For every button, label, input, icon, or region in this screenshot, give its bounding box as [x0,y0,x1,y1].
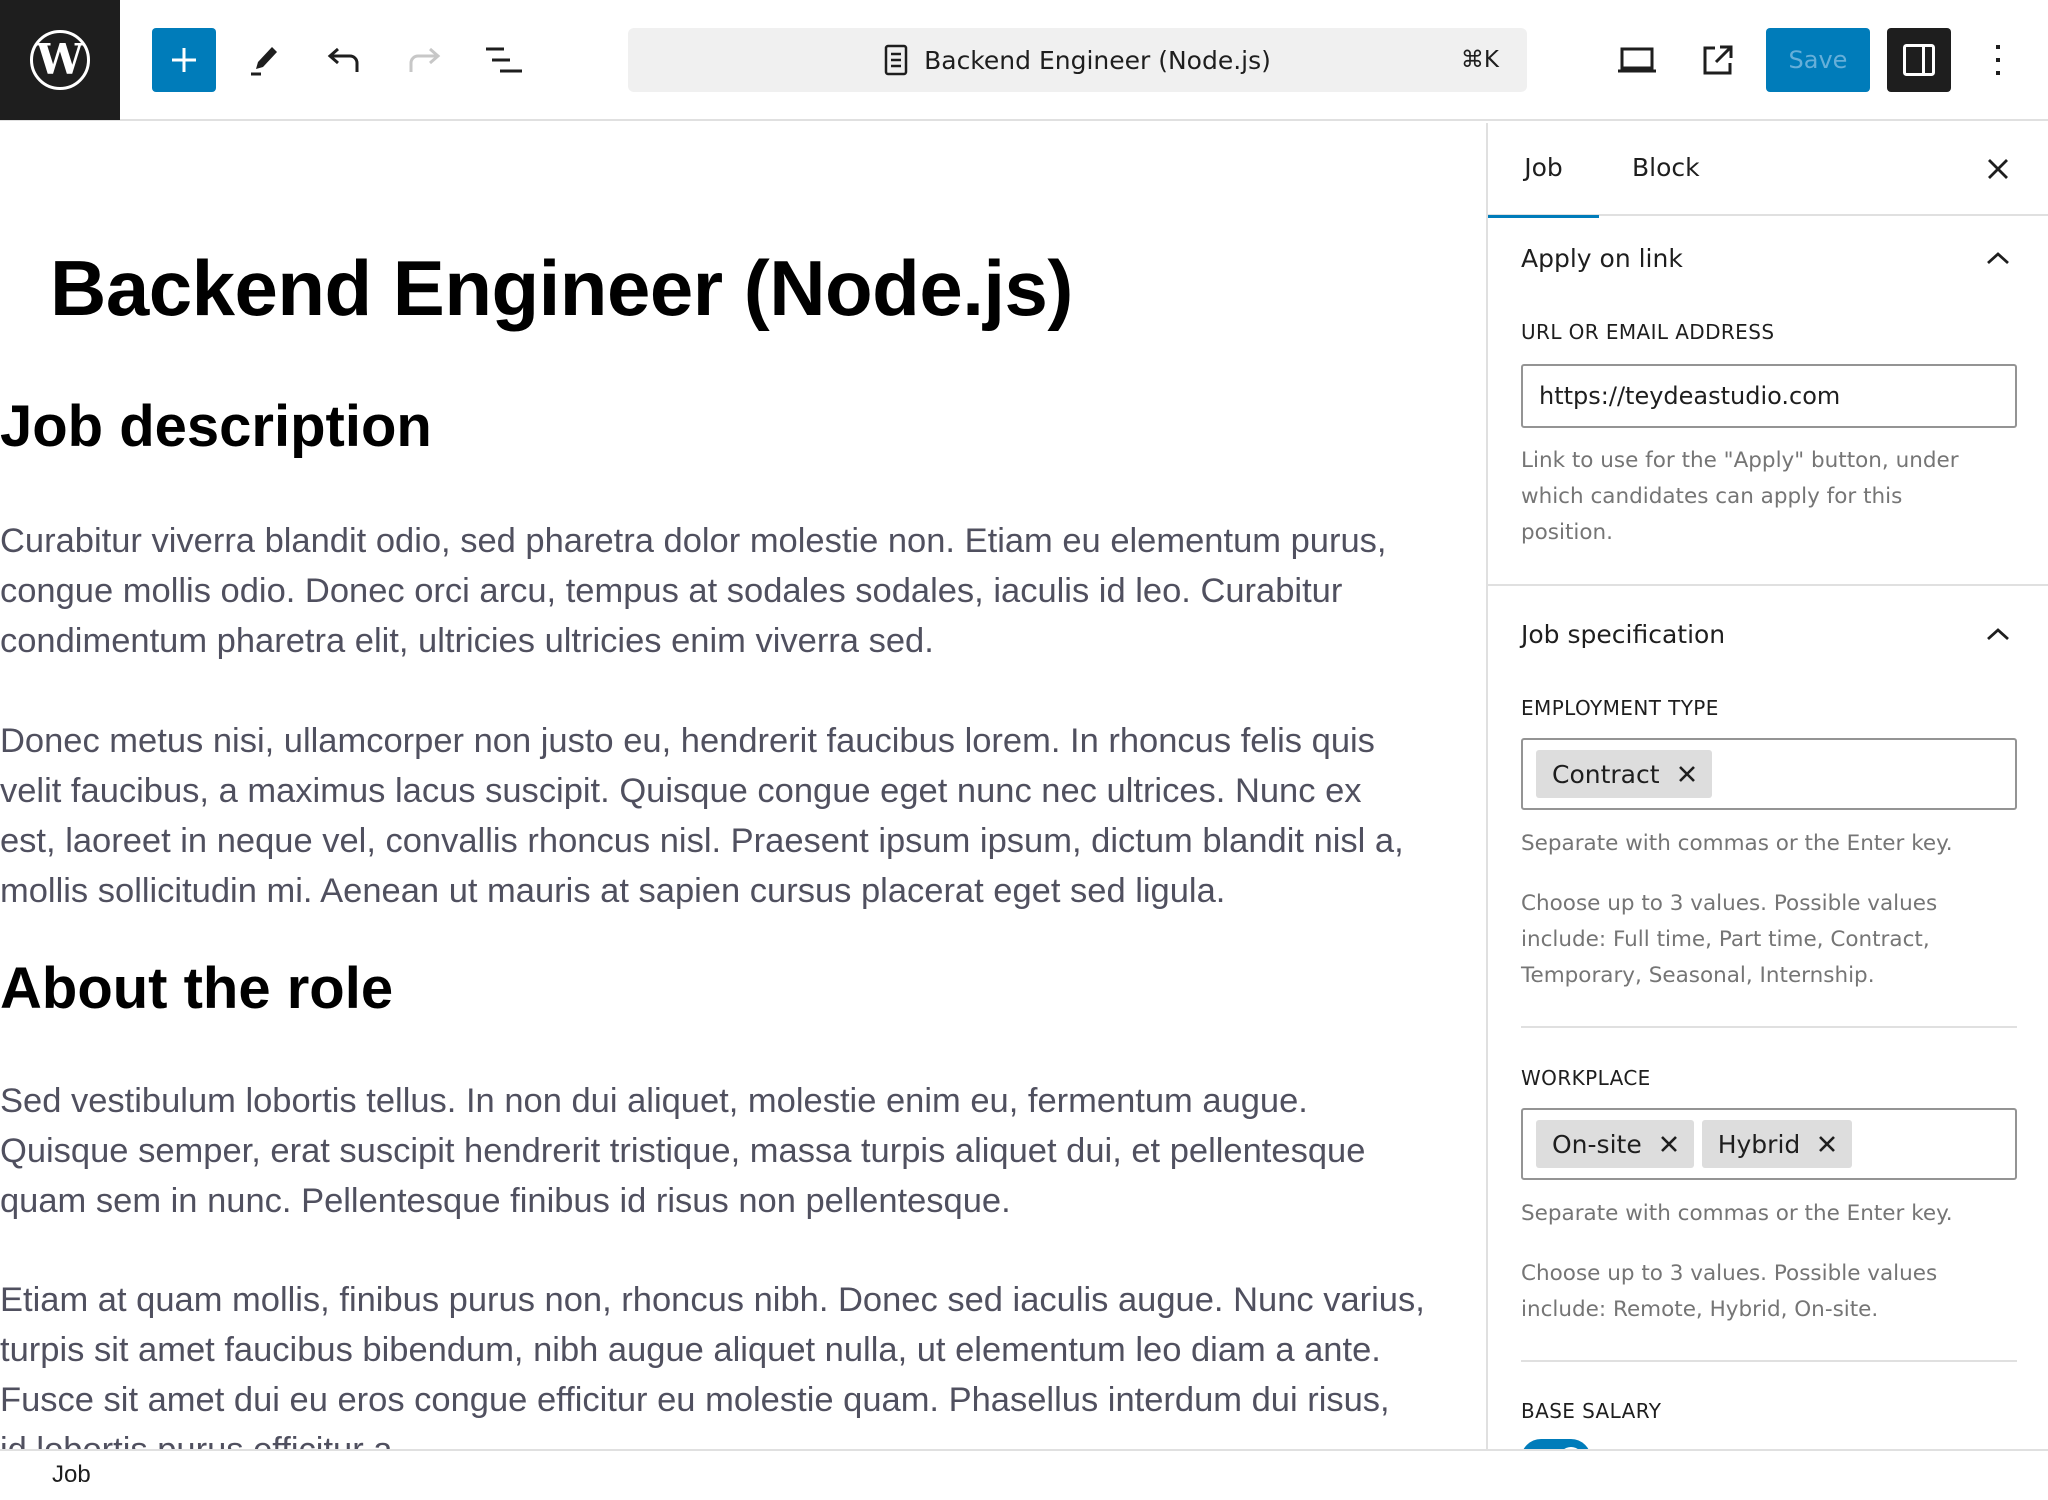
paragraph-line: Etiam at quam mollis, finibus purus non,… [0,1281,1425,1319]
chevron-up-icon [1987,628,2009,641]
url-field-label: URL OR EMAIL ADDRESS [1521,320,1775,344]
close-icon [1819,1136,1836,1152]
paragraph-line: Sed vestibulum lobortis tellus. In non d… [0,1082,1308,1120]
panel-job-specification-toggle[interactable]: Job specification [1521,620,1725,649]
paragraph-line: id lobortis purus efficitur a [0,1425,1486,1449]
sidebar-tabs: Job Block [1488,123,2048,218]
field-divider [1521,1026,2017,1028]
token-label: On-site [1552,1129,1642,1159]
save-button[interactable]: Save [1766,28,1870,92]
help-line: Choose up to 3 values. Possible values [1521,891,1938,916]
plus-icon [172,48,196,72]
tools-button[interactable] [232,28,296,92]
paragraph[interactable]: Etiam at quam mollis, finibus purus non,… [0,1275,1486,1449]
options-button[interactable] [1966,28,2030,92]
settings-sidebar: Job Block Apply on link URL OR EMAIL ADD… [1486,123,2048,1450]
paragraph-line: mollis sollicitudin mi. Aenean ut mauris… [0,872,1226,910]
wordpress-logo-button[interactable]: W [0,0,120,120]
token-label: Hybrid [1717,1129,1801,1159]
panel-spec-collapse-button[interactable] [1980,622,2016,646]
token-on-site: On-site [1536,1120,1694,1168]
help-line: which candidates can apply for this [1521,484,1903,509]
help-line: Link to use for the "Apply" button, unde… [1521,448,1959,473]
workplace-values-help: Choose up to 3 values. Possible values i… [1521,1256,2021,1328]
settings-button[interactable] [1887,28,1951,92]
paragraph[interactable]: Curabitur viverra blandit odio, sed phar… [0,516,1486,666]
panel-apply-on-link-toggle[interactable]: Apply on link [1521,244,1683,273]
laptop-icon [1618,47,1656,73]
panel-divider [1488,584,2048,586]
remove-token-button[interactable] [1678,765,1696,783]
undo-button[interactable] [312,28,376,92]
view-post-button[interactable] [1686,28,1750,92]
token-contract: Contract [1536,750,1712,798]
field-divider [1521,1360,2017,1362]
close-icon [1988,159,2008,179]
token-hybrid: Hybrid [1701,1120,1853,1168]
command-shortcut: ⌘K [1460,47,1499,73]
paragraph-line: velit faucibus, a maximus lacus suscipit… [0,772,1362,810]
pencil-icon [251,47,277,76]
redo-icon [409,47,441,72]
redo-button[interactable] [392,28,456,92]
help-line: include: Full time, Part time, Contract, [1521,927,1930,952]
help-line: Choose up to 3 values. Possible values [1521,1261,1938,1286]
editor-canvas[interactable]: Backend Engineer (Node.js) Job descripti… [0,123,1486,1449]
apply-url-help: Link to use for the "Apply" button, unde… [1521,443,2021,551]
heading-job-description[interactable]: Job description [0,393,432,460]
close-icon [1678,766,1695,782]
help-line: Temporary, Seasonal, Internship. [1521,963,1875,988]
paragraph-line: condimentum pharetra elit, ultricies ult… [0,622,934,660]
employment-type-token-field[interactable]: Contract [1521,738,2017,810]
token-label: Contract [1552,759,1660,789]
base-salary-label: BASE SALARY [1521,1399,1662,1423]
document-bar[interactable]: Backend Engineer (Node.js) ⌘K [628,28,1527,92]
close-sidebar-button[interactable] [1980,151,2016,187]
apply-url-input[interactable] [1521,364,2017,428]
external-link-icon [1703,45,1733,75]
employment-values-help: Choose up to 3 values. Possible values i… [1521,886,2021,994]
close-icon [1660,1136,1677,1152]
paragraph[interactable]: Sed vestibulum lobortis tellus. In non d… [0,1076,1486,1226]
workplace-token-field[interactable]: On-site Hybrid [1521,1108,2017,1180]
paragraph-line: Quisque semper, erat suscipit hendrerit … [0,1132,1366,1170]
help-line: include: Remote, Hybrid, On-site. [1521,1297,1879,1322]
wordpress-logo-icon: W [30,30,90,90]
employment-separate-help: Separate with commas or the Enter key. [1521,831,1953,856]
paragraph-line: quam sem in nunc. Pellentesque finibus i… [0,1182,1011,1220]
view-button[interactable] [1605,28,1669,92]
remove-token-button[interactable] [1818,1135,1836,1153]
heading-about-the-role[interactable]: About the role [0,955,393,1022]
add-block-button[interactable] [152,28,216,92]
status-bar: Job [0,1449,2048,1500]
panel-apply-collapse-button[interactable] [1980,246,2016,270]
post-title[interactable]: Backend Engineer (Node.js) [50,243,1073,334]
employment-type-label: EMPLOYMENT TYPE [1521,696,1719,720]
paragraph-line: Fusce sit amet dui eu eros congue effici… [0,1381,1390,1419]
paragraph-line: Curabitur viverra blandit odio, sed phar… [0,522,1387,560]
paragraph-line: Donec metus nisi, ullamcorper non justo … [0,722,1375,760]
editor-header: W Backend Engineer (Node.js) ⌘K Save [0,0,2048,121]
tab-block[interactable]: Block [1632,123,1722,216]
svg-text:W: W [35,35,84,84]
paragraph[interactable]: Donec metus nisi, ullamcorper non justo … [0,716,1486,916]
workplace-label: WORKPLACE [1521,1066,1651,1090]
paragraph-line: turpis sit amet faucibus bibendum, nibh … [0,1331,1381,1369]
list-view-icon [486,47,522,73]
page-icon [884,44,908,76]
paragraph-line: est, laoreet in neque vel, convallis rho… [0,822,1404,860]
sidebar-toggle-icon [1903,44,1935,76]
remove-token-button[interactable] [1660,1135,1678,1153]
help-line: position. [1521,520,1613,545]
paragraph-line: congue mollis odio. Donec orci arcu, tem… [0,572,1343,610]
more-vertical-icon [1996,45,2000,75]
breadcrumb-job[interactable]: Job [52,1461,91,1489]
tab-job[interactable]: Job [1488,123,1599,218]
document-title: Backend Engineer (Node.js) [924,45,1271,75]
list-view-button[interactable] [472,28,536,92]
undo-icon [327,47,359,72]
workplace-separate-help: Separate with commas or the Enter key. [1521,1201,1953,1226]
chevron-up-icon [1987,252,2009,265]
